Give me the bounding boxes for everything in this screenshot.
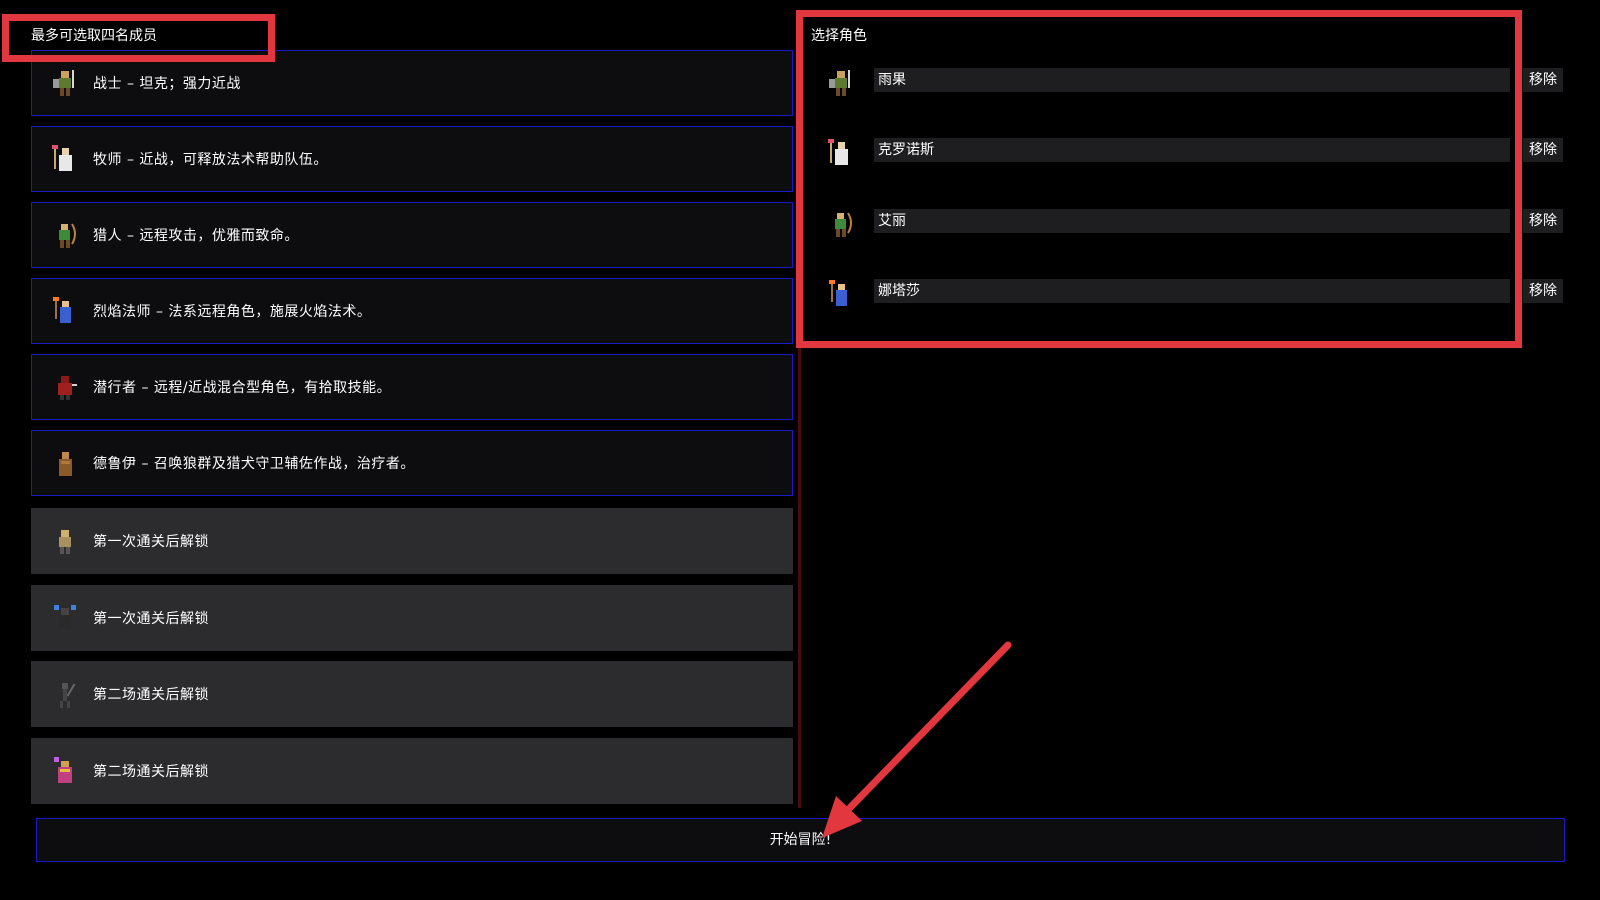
priest-sprite-icon xyxy=(828,139,848,165)
party-slot-1: 雨果 移除 xyxy=(826,64,1566,104)
class-item-locked: 第一次通关后解锁 xyxy=(31,508,793,574)
class-item-locked: 第一次通关后解锁 xyxy=(31,585,793,651)
class-item-hunter[interactable]: 猎人 – 远程攻击，优雅而致命。 xyxy=(31,202,793,268)
class-item-locked: 第二场通关后解锁 xyxy=(31,661,793,727)
rogue-sprite-icon xyxy=(58,376,77,400)
party-member-name[interactable]: 雨果 xyxy=(874,68,1510,92)
class-label: 烈焰法师 – 法系远程角色，施展火焰法术。 xyxy=(93,304,372,320)
hunter-sprite-icon xyxy=(835,212,852,237)
party-slot-2: 克罗诺斯 移除 xyxy=(826,134,1566,174)
party-member-name[interactable]: 娜塔莎 xyxy=(874,279,1510,303)
class-label: 潜行者 – 远程/近战混合型角色，有拾取技能。 xyxy=(93,380,392,396)
locked-shaman-sprite-icon xyxy=(54,757,72,783)
class-item-druid[interactable]: 德鲁伊 – 召唤狼群及猎犬守卫辅佐作战，治疗者。 xyxy=(31,430,793,496)
class-label: 第一次通关后解锁 xyxy=(93,534,209,550)
locked-caster-sprite-icon xyxy=(54,605,76,629)
party-title: 选择角色 xyxy=(811,28,867,44)
class-item-fire-mage[interactable]: 烈焰法师 – 法系远程角色，施展火焰法术。 xyxy=(31,278,793,344)
max-members-hint: 最多可选取四名成员 xyxy=(31,28,157,44)
priest-sprite-icon xyxy=(52,145,72,171)
class-label: 战士 – 坦克；强力近战 xyxy=(93,76,241,92)
remove-button[interactable]: 移除 xyxy=(1523,68,1563,92)
hunter-sprite-icon xyxy=(59,223,76,248)
fire-mage-sprite-icon xyxy=(829,280,847,306)
locked-skeleton-sprite-icon xyxy=(60,683,76,708)
druid-sprite-icon xyxy=(59,452,72,476)
party-slot-3: 艾丽 移除 xyxy=(826,205,1566,245)
party-slot-4: 娜塔莎 移除 xyxy=(826,275,1566,315)
panel-divider xyxy=(798,48,801,808)
warrior-sprite-icon xyxy=(53,70,74,96)
class-item-priest[interactable]: 牧师 – 近战，可释放法术帮助队伍。 xyxy=(31,126,793,192)
class-item-rogue[interactable]: 潜行者 – 远程/近战混合型角色，有拾取技能。 xyxy=(31,354,793,420)
party-member-name[interactable]: 艾丽 xyxy=(874,209,1510,233)
class-label: 第一次通关后解锁 xyxy=(93,611,209,627)
start-adventure-button[interactable]: 开始冒险! xyxy=(36,818,1565,862)
class-item-warrior[interactable]: 战士 – 坦克；强力近战 xyxy=(31,50,793,116)
warrior-sprite-icon xyxy=(829,70,850,96)
class-label: 德鲁伊 – 召唤狼群及猎犬守卫辅佐作战，治疗者。 xyxy=(93,456,415,472)
remove-button[interactable]: 移除 xyxy=(1523,279,1563,303)
remove-button[interactable]: 移除 xyxy=(1523,209,1563,233)
class-label: 第二场通关后解锁 xyxy=(93,687,209,703)
locked-monk-sprite-icon xyxy=(59,530,71,554)
class-label: 猎人 – 远程攻击，优雅而致命。 xyxy=(93,228,299,244)
class-label: 第二场通关后解锁 xyxy=(93,764,209,780)
fire-mage-sprite-icon xyxy=(53,297,71,323)
class-label: 牧师 – 近战，可释放法术帮助队伍。 xyxy=(93,152,328,168)
class-item-locked: 第二场通关后解锁 xyxy=(31,738,793,804)
remove-button[interactable]: 移除 xyxy=(1523,138,1563,162)
party-member-name[interactable]: 克罗诺斯 xyxy=(874,138,1510,162)
